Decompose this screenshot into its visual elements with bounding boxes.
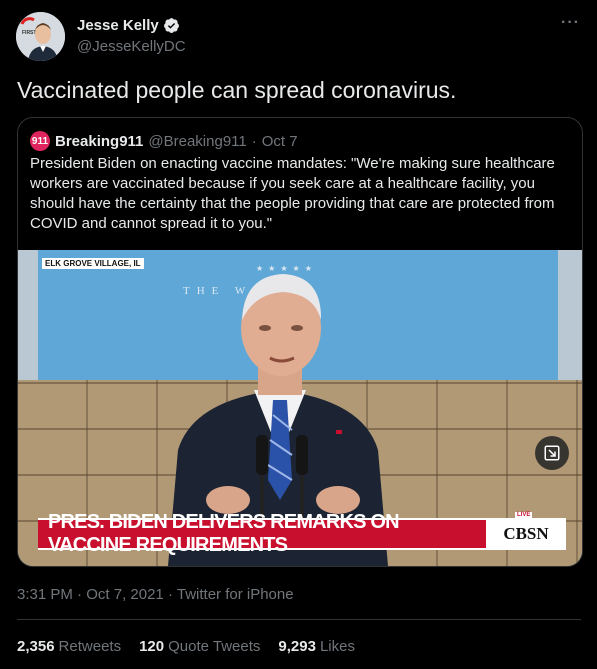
news-lower-third: PRES. BIDEN DELIVERS REMARKS ON VACCINE … bbox=[38, 511, 486, 556]
author-name[interactable]: Jesse Kelly bbox=[77, 17, 180, 34]
quoted-tweet-header: 911 Breaking911 @Breaking911 · Oct 7 bbox=[30, 131, 298, 151]
expand-icon bbox=[544, 445, 560, 461]
quoted-video[interactable]: ★★★★★ THE W USE ELK GROVE VILLAGE, IL LI… bbox=[18, 250, 582, 566]
likes-stat[interactable]: 9,293 Likes bbox=[278, 638, 355, 655]
author-avatar[interactable]: FIRST bbox=[16, 12, 65, 61]
tweet-text: Vaccinated people can spread coronavirus… bbox=[17, 77, 457, 103]
author-name-text: Jesse Kelly bbox=[77, 17, 159, 34]
quoted-name: Breaking911 bbox=[55, 132, 144, 150]
meta-separator: · bbox=[167, 586, 173, 603]
tweet-stats: 2,356 Retweets 120 Quote Tweets 9,293 Likes bbox=[17, 638, 355, 655]
retweets-stat[interactable]: 2,356 Retweets bbox=[17, 638, 121, 655]
quote-tweets-label: Quote Tweets bbox=[168, 638, 261, 655]
meta-separator: · bbox=[77, 586, 83, 603]
author-photo: FIRST bbox=[16, 12, 65, 61]
quoted-tweet[interactable]: 911 Breaking911 @Breaking911 · Oct 7 Pre… bbox=[17, 117, 583, 567]
quote-tweets-stat[interactable]: 120 Quote Tweets bbox=[139, 638, 260, 655]
expand-video-button[interactable] bbox=[535, 436, 569, 470]
retweets-count: 2,356 bbox=[17, 638, 55, 655]
more-options-icon[interactable]: ··· bbox=[561, 14, 580, 32]
likes-label: Likes bbox=[319, 638, 355, 655]
quoted-text: President Biden on enacting vaccine mand… bbox=[30, 155, 555, 232]
author-handle[interactable]: @JesseKellyDC bbox=[77, 38, 186, 55]
network-logo: CBSN bbox=[486, 518, 566, 550]
retweets-label: Retweets bbox=[58, 638, 122, 655]
divider bbox=[17, 619, 581, 620]
quoted-separator: · bbox=[251, 132, 257, 150]
tweet-date[interactable]: Oct 7, 2021 bbox=[86, 586, 164, 603]
quoted-handle: @Breaking911 bbox=[148, 132, 247, 150]
quoted-avatar: 911 bbox=[30, 131, 50, 151]
likes-count: 9,293 bbox=[278, 638, 316, 655]
quoted-date: Oct 7 bbox=[261, 132, 298, 150]
quote-tweets-count: 120 bbox=[139, 638, 165, 655]
avatar-badge: FIRST bbox=[22, 30, 36, 36]
tweet-time[interactable]: 3:31 PM bbox=[17, 586, 73, 603]
tweet-meta: 3:31 PM · Oct 7, 2021 · Twitter for iPho… bbox=[17, 586, 294, 603]
verified-badge-icon bbox=[163, 18, 179, 33]
tweet-source[interactable]: Twitter for iPhone bbox=[177, 586, 294, 603]
